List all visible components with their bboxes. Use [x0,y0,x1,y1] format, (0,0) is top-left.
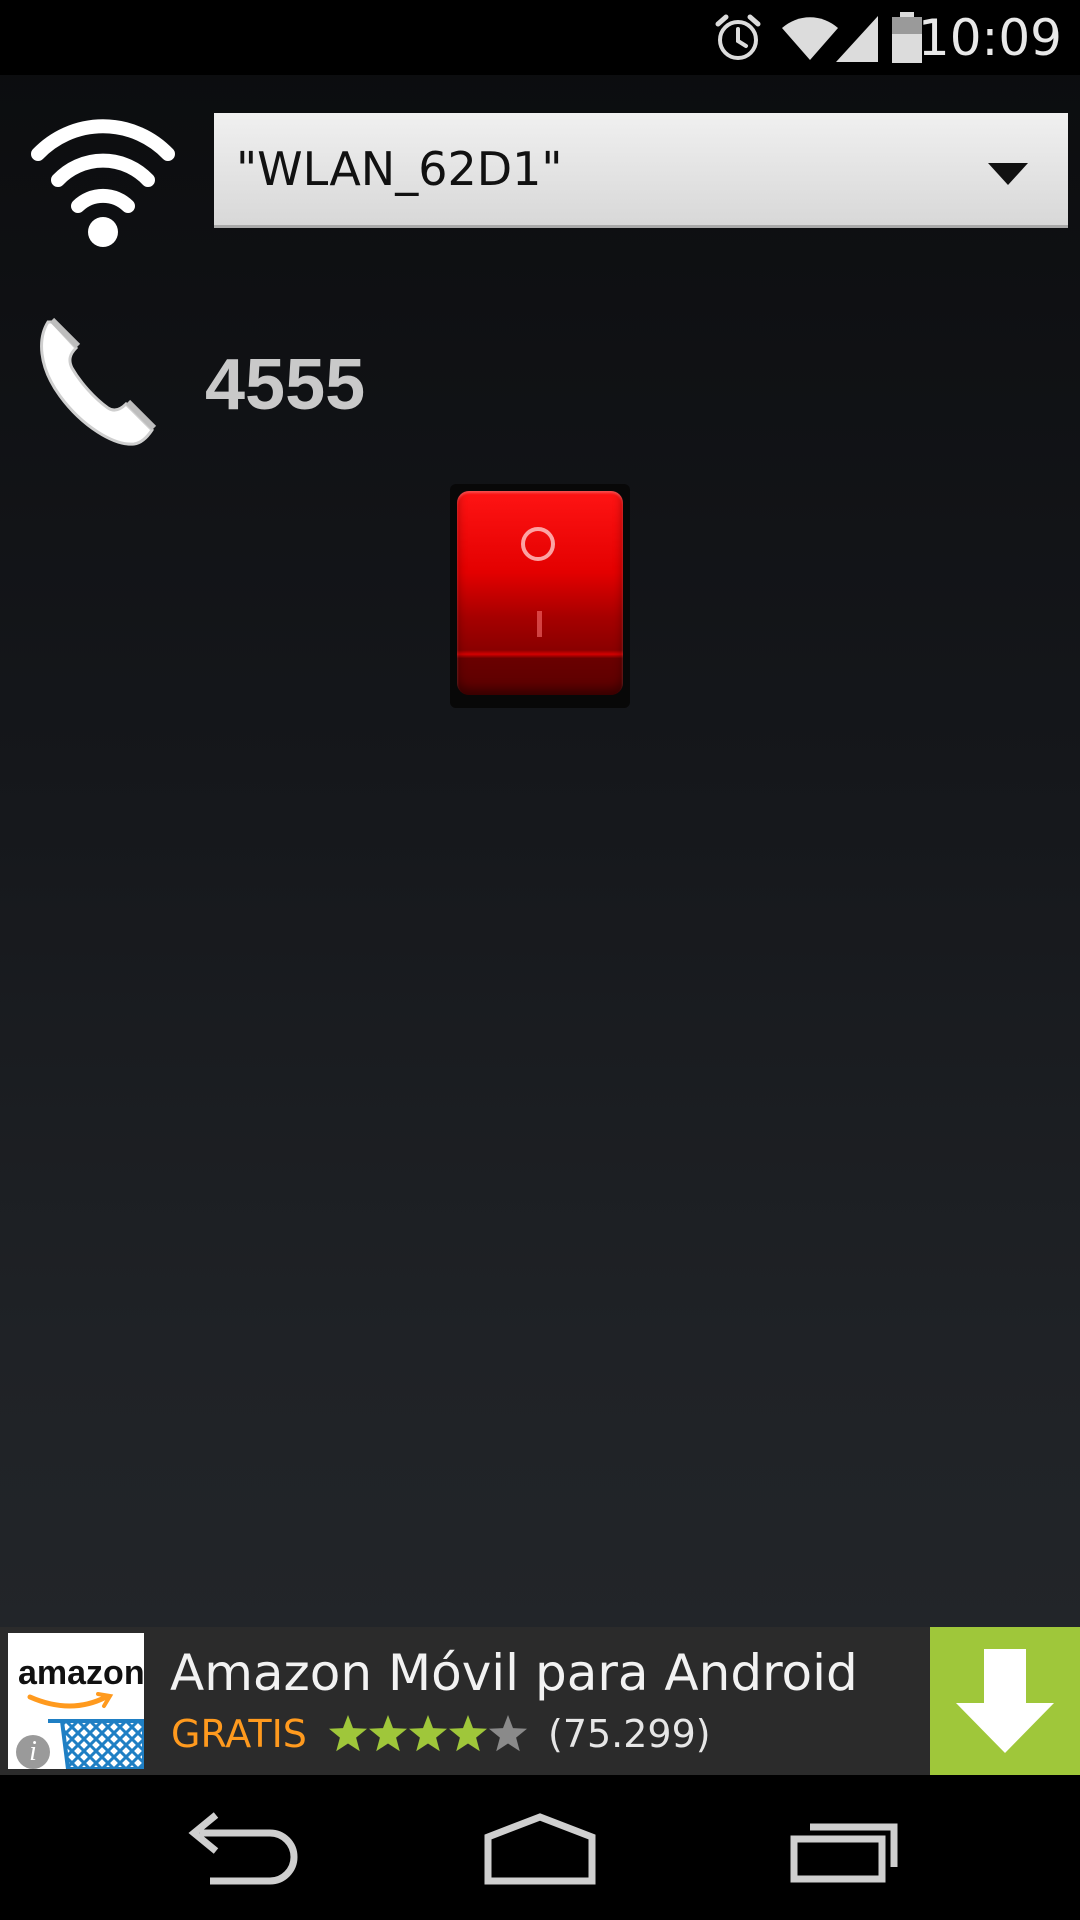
status-bar: 10:09 [0,0,1080,75]
star-filled-icon [329,1715,367,1752]
alarm-icon [715,14,761,60]
off-symbol-icon [521,527,555,561]
star-filled-icon [409,1715,447,1752]
star-rating [329,1715,527,1752]
star-empty-icon [489,1715,527,1752]
recents-button[interactable] [764,1797,924,1897]
network-name: "WLAN_62D1" [236,142,563,196]
screen: 10:09 "WLAN_62D1" 4555 amazon i Amazon M… [0,0,1080,1920]
signal-icon [836,16,878,62]
home-button[interactable] [460,1797,620,1897]
ad-logo-text: amazon [18,1654,144,1692]
ad-logo: amazon i [8,1633,144,1769]
star-filled-icon [369,1715,407,1752]
status-time: 10:09 [917,9,1062,67]
nav-bar [0,1775,1080,1920]
ad-review-count: (75.299) [548,1712,711,1756]
star-filled-icon [449,1715,487,1752]
back-icon [188,1812,298,1885]
power-switch[interactable] [450,484,630,708]
wifi-icon [31,119,175,247]
shopping-cart-icon [48,1719,144,1769]
home-icon [484,1813,596,1885]
on-symbol-icon [537,611,542,637]
phone-number: 4555 [205,345,366,425]
back-button[interactable] [160,1797,320,1897]
ad-title: Amazon Móvil para Android [170,1644,858,1702]
rocker-switch-icon [457,491,623,695]
ad-download-button[interactable] [930,1627,1080,1775]
dropdown-arrow-icon [988,163,1028,185]
download-arrow-icon [956,1649,1054,1753]
recents-icon [790,1823,898,1883]
info-icon[interactable]: i [16,1735,50,1769]
network-spinner[interactable]: "WLAN_62D1" [214,113,1068,228]
phone-icon [40,317,157,446]
amazon-smile-icon [27,1692,114,1709]
ad-banner[interactable]: amazon i Amazon Móvil para Android GRATI… [0,1627,1080,1775]
wifi-icon [782,17,838,60]
ad-price: GRATIS [171,1712,307,1756]
